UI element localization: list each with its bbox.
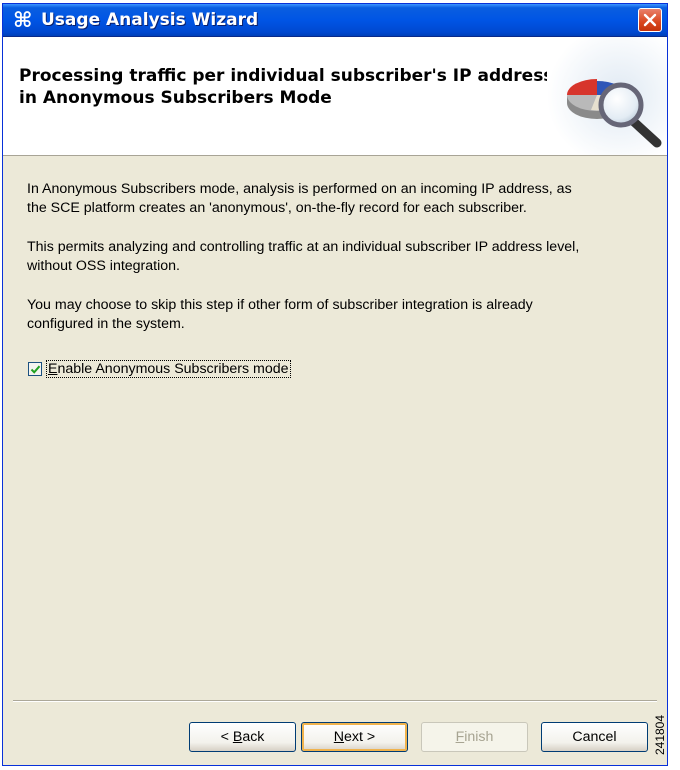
next-label: ext >	[344, 729, 376, 745]
paragraph-line: In Anonymous Subscribers mode, analysis …	[27, 181, 572, 197]
paragraph-line: configured in the system.	[27, 316, 185, 332]
checkmark-icon	[30, 365, 41, 374]
cisco-wizard-icon: ⌘	[13, 8, 33, 32]
mnemonic-letter: F	[455, 729, 465, 745]
wizard-content: In Anonymous Subscribers mode, analysis …	[3, 156, 667, 765]
description-paragraph: In Anonymous Subscribers mode, analysis …	[27, 180, 647, 218]
paragraph-line: This permits analyzing and controlling t…	[27, 239, 580, 255]
label-text: nable Anonymous Subscribers mode	[57, 361, 289, 377]
paragraph-line: the SCE platform creates an 'anonymous',…	[27, 200, 527, 216]
page-title-line-1: Processing traffic per individual subscr…	[19, 66, 554, 86]
figure-id-text: 241804	[653, 714, 668, 756]
wizard-window: ⌘ Usage Analysis Wizard Processing traff…	[2, 3, 668, 766]
finish-button[interactable]: Finish	[421, 722, 528, 752]
close-button[interactable]	[638, 8, 662, 32]
mnemonic-letter: N	[333, 729, 345, 745]
page-title: Processing traffic per individual subscr…	[19, 65, 559, 109]
close-icon	[643, 13, 657, 27]
back-prefix: <	[220, 729, 233, 745]
enable-anonymous-mode-checkbox[interactable]	[28, 362, 42, 376]
cancel-button[interactable]: Cancel	[541, 722, 648, 752]
title-bar[interactable]: ⌘ Usage Analysis Wizard	[3, 4, 667, 37]
back-label: ack	[242, 729, 265, 745]
finish-label: inish	[464, 729, 494, 745]
window-title: Usage Analysis Wizard	[41, 10, 259, 30]
cancel-label: Cancel	[572, 729, 617, 745]
pie-chart-magnifier-icon	[547, 37, 667, 155]
next-button[interactable]: Next >	[301, 722, 408, 752]
paragraph-line: You may choose to skip this step if othe…	[27, 297, 533, 313]
mnemonic-letter: B	[232, 729, 243, 745]
paragraph-line: without OSS integration.	[27, 258, 180, 274]
figure-id: 241804	[653, 700, 680, 770]
wizard-banner: Processing traffic per individual subscr…	[3, 37, 667, 156]
page-title-line-2: in Anonymous Subscribers Mode	[19, 88, 332, 108]
integration-paragraph: This permits analyzing and controlling t…	[27, 238, 647, 276]
back-button[interactable]: < Back	[189, 722, 296, 752]
button-separator	[13, 700, 657, 702]
enable-anonymous-mode-option[interactable]: Enable Anonymous Subscribers mode	[28, 360, 291, 378]
enable-anonymous-mode-label[interactable]: Enable Anonymous Subscribers mode	[46, 360, 291, 378]
skip-step-paragraph: You may choose to skip this step if othe…	[27, 296, 647, 334]
